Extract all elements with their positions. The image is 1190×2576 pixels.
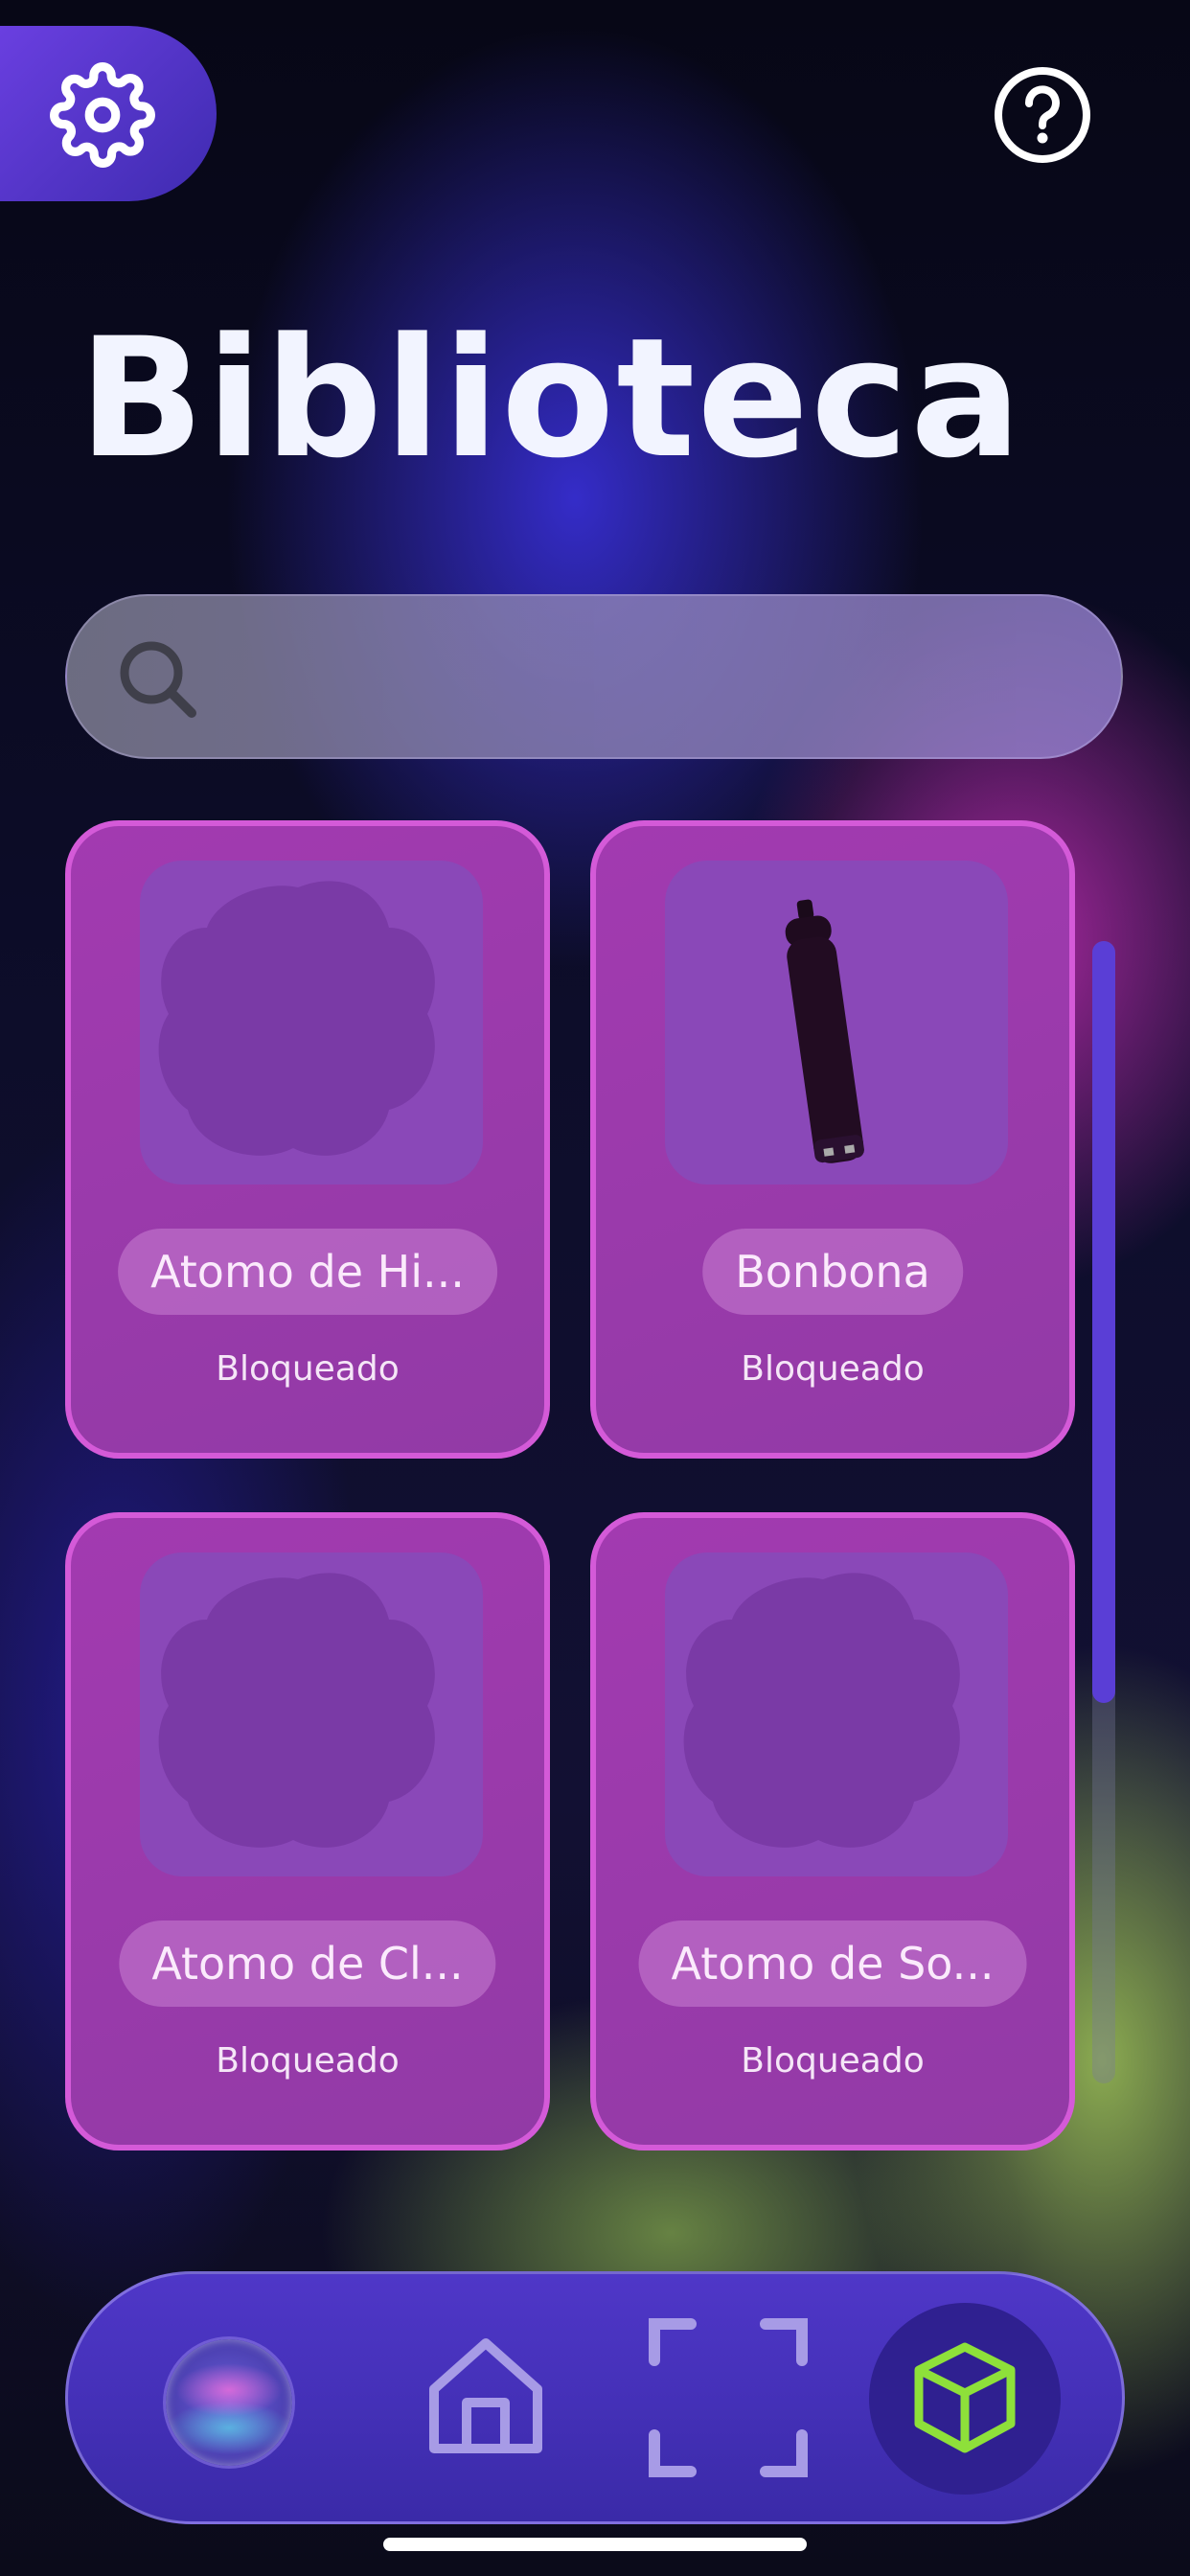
scan-frame-icon — [649, 2318, 808, 2477]
card-status: Bloqueado — [741, 1349, 925, 1389]
library-card[interactable]: Atomo de Cl... Bloqueado — [65, 1512, 550, 2150]
card-status: Bloqueado — [216, 2041, 400, 2081]
gas-cylinder-thumbnail — [665, 861, 1008, 1184]
locked-item-thumbnail — [140, 861, 483, 1184]
card-name: Atomo de Hi... — [118, 1229, 497, 1315]
library-card[interactable]: Atomo de So... Bloqueado — [590, 1512, 1075, 2150]
nav-scan-button[interactable] — [647, 2316, 810, 2483]
locked-item-thumbnail — [140, 1552, 483, 1876]
search-icon — [120, 641, 196, 718]
search-bar[interactable] — [65, 594, 1123, 759]
search-input[interactable] — [211, 596, 1077, 759]
card-status: Bloqueado — [216, 1349, 400, 1389]
help-button[interactable] — [993, 65, 1092, 165]
nav-home-button[interactable] — [424, 2334, 547, 2462]
card-name: Atomo de So... — [638, 1920, 1027, 2007]
page-title: Biblioteca — [79, 302, 1024, 494]
bottom-nav — [65, 2271, 1125, 2524]
locked-item-thumbnail — [665, 1552, 1008, 1876]
home-indicator — [383, 2538, 807, 2551]
scrollbar-thumb[interactable] — [1092, 941, 1115, 1703]
scrollbar[interactable] — [1092, 941, 1115, 2083]
library-card[interactable]: Bonbona Bloqueado — [590, 820, 1075, 1459]
card-name: Atomo de Cl... — [119, 1920, 496, 2007]
profile-orb-icon[interactable] — [166, 2339, 292, 2466]
cube-icon — [914, 2342, 1016, 2453]
card-name: Bonbona — [702, 1229, 963, 1315]
gear-icon — [50, 62, 155, 168]
question-circle-icon — [995, 67, 1090, 163]
settings-button[interactable] — [0, 26, 217, 201]
nav-library-button[interactable] — [869, 2303, 1061, 2495]
home-icon — [429, 2338, 542, 2453]
card-status: Bloqueado — [741, 2041, 925, 2081]
library-card[interactable]: Atomo de Hi... Bloqueado — [65, 820, 550, 1459]
